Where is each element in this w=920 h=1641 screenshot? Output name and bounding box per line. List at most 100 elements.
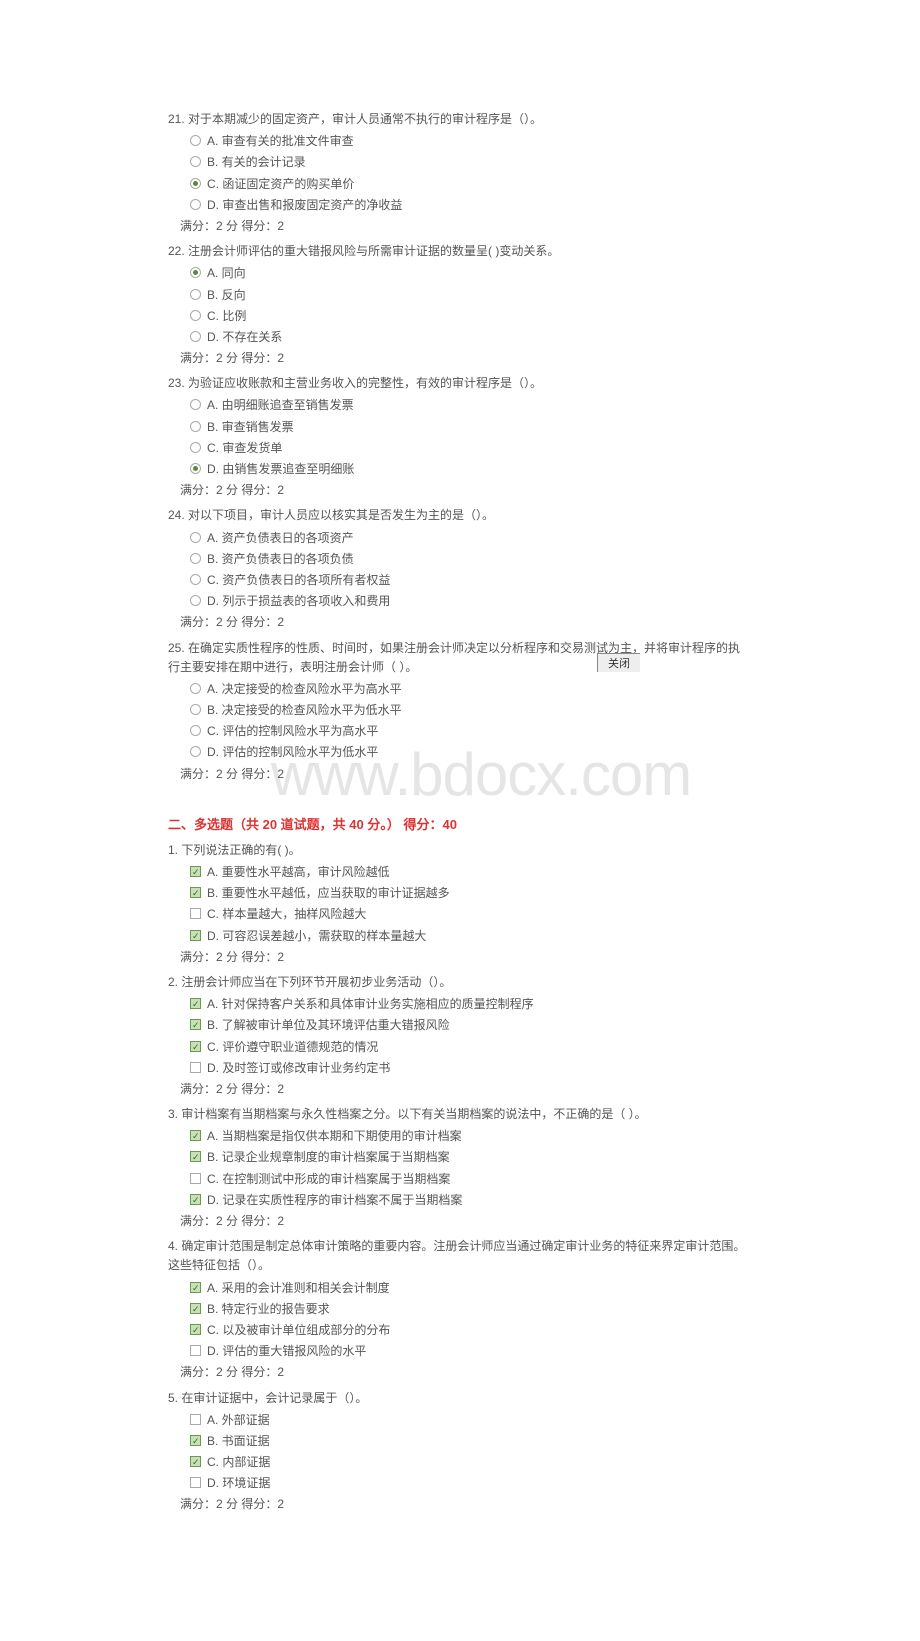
close-button[interactable]: 关闭 [597, 653, 640, 672]
option-row[interactable]: D. 评估的控制风险水平为低水平 [190, 743, 752, 762]
option-text: A. 由明细账追查至销售发票 [207, 396, 354, 415]
checkbox-icon[interactable] [190, 1414, 201, 1425]
option-text: C. 评价遵守职业道德规范的情况 [207, 1038, 378, 1057]
option-row[interactable]: A. 由明细账追查至销售发票 [190, 396, 752, 415]
option-row[interactable]: A. 当期档案是指仅供本期和下期使用的审计档案 [190, 1127, 752, 1146]
option-row[interactable]: C. 在控制测试中形成的审计档案属于当期档案 [190, 1170, 752, 1189]
option-row[interactable]: B. 资产负债表日的各项负债 [190, 550, 752, 569]
checkbox-icon[interactable] [190, 908, 201, 919]
option-list: A. 当期档案是指仅供本期和下期使用的审计档案 B. 记录企业规章制度的审计档案属… [168, 1127, 752, 1210]
option-row[interactable]: C. 审查发货单 [190, 439, 752, 458]
option-text: A. 资产负债表日的各项资产 [207, 529, 354, 548]
checkbox-icon[interactable] [190, 1194, 201, 1205]
option-row[interactable]: A. 同向 [190, 264, 752, 283]
option-row[interactable]: C. 内部证据 [190, 1453, 752, 1472]
checkbox-icon[interactable] [190, 1173, 201, 1184]
checkbox-icon[interactable] [190, 1435, 201, 1446]
radio-icon[interactable] [190, 574, 201, 585]
radio-icon[interactable] [190, 289, 201, 300]
option-row[interactable]: C. 以及被审计单位组成部分的分布 [190, 1321, 752, 1340]
option-row[interactable]: C. 函证固定资产的购买单价 [190, 175, 752, 194]
radio-icon[interactable] [190, 267, 201, 278]
option-row[interactable]: A. 重要性水平越高，审计风险越低 [190, 863, 752, 882]
radio-icon[interactable] [190, 746, 201, 757]
checkbox-icon[interactable] [190, 1282, 201, 1293]
radio-icon[interactable] [190, 156, 201, 167]
option-row[interactable]: C. 样本量越大，抽样风险越大 [190, 905, 752, 924]
option-row[interactable]: D. 记录在实质性程序的审计档案不属于当期档案 [190, 1191, 752, 1210]
checkbox-icon[interactable] [190, 1345, 201, 1356]
option-text: B. 资产负债表日的各项负债 [207, 550, 354, 569]
option-row[interactable]: D. 及时签订或修改审计业务约定书 [190, 1059, 752, 1078]
option-list: A. 决定接受的检查风险水平为高水平 B. 决定接受的检查风险水平为低水平 C. 评… [168, 680, 752, 763]
option-row[interactable]: B. 决定接受的检查风险水平为低水平 [190, 701, 752, 720]
option-row[interactable]: C. 评估的控制风险水平为高水平 [190, 722, 752, 741]
radio-icon[interactable] [190, 399, 201, 410]
score-line: 满分：2 分 得分：2 [168, 948, 752, 967]
checkbox-icon[interactable] [190, 1477, 201, 1488]
radio-icon[interactable] [190, 595, 201, 606]
option-row[interactable]: B. 了解被审计单位及其环境评估重大错报风险 [190, 1016, 752, 1035]
radio-icon[interactable] [190, 553, 201, 564]
checkbox-icon[interactable] [190, 930, 201, 941]
option-row[interactable]: D. 环境证据 [190, 1474, 752, 1493]
checkbox-icon[interactable] [190, 1456, 201, 1467]
radio-icon[interactable] [190, 532, 201, 543]
option-row[interactable]: C. 评价遵守职业道德规范的情况 [190, 1038, 752, 1057]
question-stem: 3. 审计档案有当期档案与永久性档案之分。以下有关当期档案的说法中，不正确的是（… [168, 1105, 752, 1124]
option-list: A. 由明细账追查至销售发票 B. 审查销售发票 C. 审查发货单 D. 由销售发票追… [168, 396, 752, 479]
option-row[interactable]: A. 资产负债表日的各项资产 [190, 529, 752, 548]
radio-icon[interactable] [190, 442, 201, 453]
option-row[interactable]: C. 比例 [190, 307, 752, 326]
option-text: A. 外部证据 [207, 1411, 270, 1430]
radio-icon[interactable] [190, 421, 201, 432]
checkbox-icon[interactable] [190, 1303, 201, 1314]
radio-icon[interactable] [190, 331, 201, 342]
radio-icon[interactable] [190, 704, 201, 715]
checkbox-icon[interactable] [190, 1324, 201, 1335]
option-row[interactable]: A. 外部证据 [190, 1411, 752, 1430]
option-row[interactable]: C. 资产负债表日的各项所有者权益 [190, 571, 752, 590]
radio-icon[interactable] [190, 725, 201, 736]
checkbox-icon[interactable] [190, 1041, 201, 1052]
option-text: B. 书面证据 [207, 1432, 270, 1451]
option-row[interactable]: B. 审查销售发票 [190, 418, 752, 437]
option-row[interactable]: B. 书面证据 [190, 1432, 752, 1451]
option-row[interactable]: D. 评估的重大错报风险的水平 [190, 1342, 752, 1361]
option-row[interactable]: B. 特定行业的报告要求 [190, 1300, 752, 1319]
question-block: 25. 在确定实质性程序的性质、时间时，如果注册会计师决定以分析程序和交易测试为… [168, 639, 752, 784]
radio-icon[interactable] [190, 135, 201, 146]
option-list: A. 采用的会计准则和相关会计制度 B. 特定行业的报告要求 C. 以及被审计单位组… [168, 1279, 752, 1362]
checkbox-icon[interactable] [190, 1151, 201, 1162]
option-row[interactable]: A. 决定接受的检查风险水平为高水平 [190, 680, 752, 699]
option-row[interactable]: D. 不存在关系 [190, 328, 752, 347]
score-line: 满分：2 分 得分：2 [168, 613, 752, 632]
question-block: 2. 注册会计师应当在下列环节开展初步业务活动（）。A. 针对保持客户关系和具体… [168, 973, 752, 1099]
checkbox-icon[interactable] [190, 887, 201, 898]
question-block: 4. 确定审计范围是制定总体审计策略的重要内容。注册会计师应当通过确定审计业务的… [168, 1237, 752, 1382]
checkbox-icon[interactable] [190, 866, 201, 877]
option-row[interactable]: B. 记录企业规章制度的审计档案属于当期档案 [190, 1148, 752, 1167]
score-line: 满分：2 分 得分：2 [168, 1212, 752, 1231]
score-line: 满分：2 分 得分：2 [168, 349, 752, 368]
checkbox-icon[interactable] [190, 1062, 201, 1073]
option-row[interactable]: B. 反向 [190, 286, 752, 305]
radio-icon[interactable] [190, 683, 201, 694]
radio-icon[interactable] [190, 310, 201, 321]
option-row[interactable]: A. 审查有关的批准文件审查 [190, 132, 752, 151]
checkbox-icon[interactable] [190, 1019, 201, 1030]
option-row[interactable]: B. 重要性水平越低，应当获取的审计证据越多 [190, 884, 752, 903]
option-row[interactable]: A. 针对保持客户关系和具体审计业务实施相应的质量控制程序 [190, 995, 752, 1014]
option-text: D. 评估的重大错报风险的水平 [207, 1342, 366, 1361]
checkbox-icon[interactable] [190, 998, 201, 1009]
option-row[interactable]: D. 由销售发票追查至明细账 [190, 460, 752, 479]
option-row[interactable]: A. 采用的会计准则和相关会计制度 [190, 1279, 752, 1298]
option-row[interactable]: D. 可容忍误差越小，需获取的样本量越大 [190, 927, 752, 946]
option-row[interactable]: B. 有关的会计记录 [190, 153, 752, 172]
radio-icon[interactable] [190, 463, 201, 474]
radio-icon[interactable] [190, 178, 201, 189]
option-row[interactable]: D. 列示于损益表的各项收入和费用 [190, 592, 752, 611]
option-row[interactable]: D. 审查出售和报废固定资产的净收益 [190, 196, 752, 215]
radio-icon[interactable] [190, 199, 201, 210]
checkbox-icon[interactable] [190, 1130, 201, 1141]
